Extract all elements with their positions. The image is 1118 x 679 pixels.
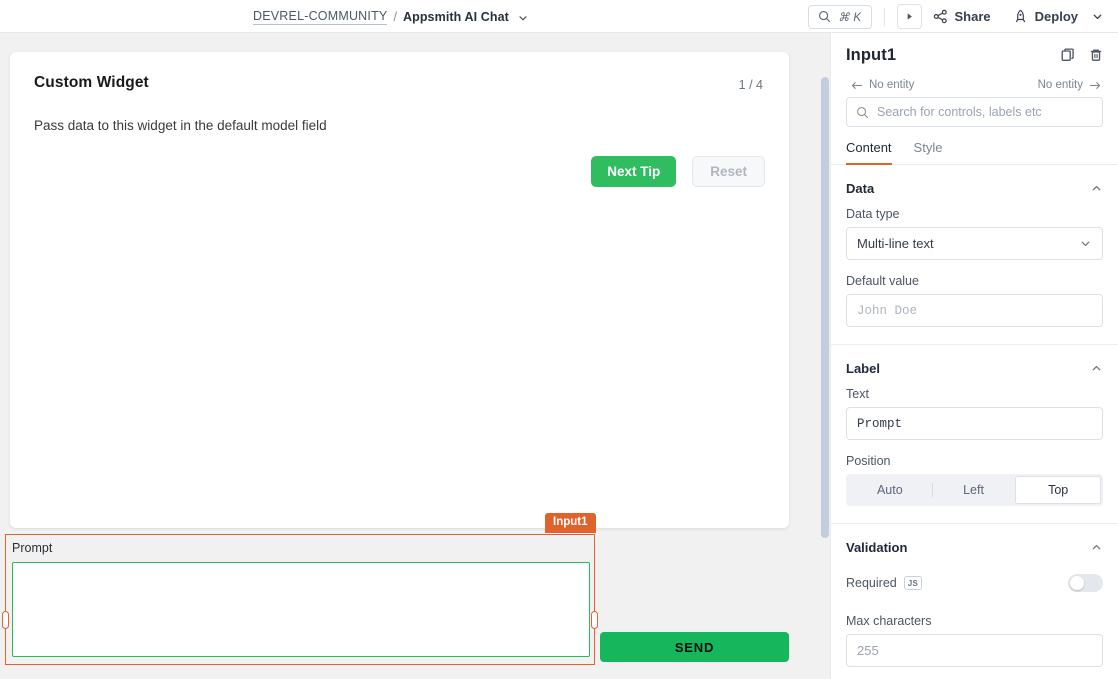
section-data: Data Data type Multi-line text Default v…: [831, 165, 1118, 345]
delete-widget-button[interactable]: [1088, 47, 1104, 63]
section-validation: Validation Required JS Max characters 25…: [831, 524, 1118, 679]
max-characters-label: Max characters: [846, 614, 1103, 628]
selected-input-widget[interactable]: Input1 Prompt: [5, 534, 595, 665]
custom-widget-card[interactable]: Custom Widget 1 / 4 Pass data to this wi…: [10, 52, 789, 528]
chevron-down-icon: [1091, 10, 1104, 23]
search-icon: [856, 106, 869, 119]
max-characters-placeholder: 255: [857, 643, 879, 658]
breadcrumb: DEVREL-COMMUNITY / Appsmith AI Chat: [253, 0, 529, 33]
property-search-box[interactable]: [846, 97, 1103, 127]
data-type-value: Multi-line text: [857, 236, 934, 251]
card-actions: Next Tip Reset: [591, 156, 765, 187]
deploy-options-button[interactable]: [1089, 0, 1110, 33]
label-text-value: Prompt: [857, 417, 902, 431]
widget-name-badge[interactable]: Input1: [545, 513, 596, 533]
input-widget-label: Prompt: [12, 541, 52, 555]
card-title: Custom Widget: [34, 74, 149, 92]
default-value-placeholder: John Doe: [857, 304, 917, 318]
next-entity-button[interactable]: No entity: [1038, 79, 1101, 91]
label-position-label: Position: [846, 454, 1103, 468]
app-canvas[interactable]: Custom Widget 1 / 4 Pass data to this wi…: [0, 33, 830, 679]
share-button[interactable]: Share: [922, 0, 1002, 33]
default-value-input[interactable]: John Doe: [846, 294, 1103, 327]
property-tabs: Content Style: [831, 140, 1118, 165]
input-widget-textarea[interactable]: [12, 562, 590, 657]
label-text-input[interactable]: Prompt: [846, 407, 1103, 440]
share-icon: [933, 9, 948, 24]
tab-content[interactable]: Content: [846, 140, 892, 164]
default-value-label: Default value: [846, 274, 1103, 288]
deploy-label: Deploy: [1035, 9, 1078, 24]
appsmith-editor: DEVREL-COMMUNITY / Appsmith AI Chat ⌘ K: [0, 0, 1118, 679]
data-type-label: Data type: [846, 207, 1103, 221]
position-option-left[interactable]: Left: [932, 476, 1016, 504]
entity-navigation: No entity No entity: [831, 77, 1118, 97]
breadcrumb-org-link[interactable]: DEVREL-COMMUNITY: [253, 9, 387, 25]
next-tip-button[interactable]: Next Tip: [591, 156, 676, 187]
section-label-header[interactable]: Label: [846, 345, 1103, 387]
section-data-title: Data: [846, 181, 874, 196]
deploy-button[interactable]: Deploy: [1002, 0, 1089, 33]
top-header-bar: DEVREL-COMMUNITY / Appsmith AI Chat ⌘ K: [0, 0, 1118, 33]
section-validation-header[interactable]: Validation: [846, 524, 1103, 566]
required-toggle[interactable]: [1068, 574, 1103, 592]
preview-play-button[interactable]: [897, 4, 922, 29]
required-label: Required: [846, 576, 897, 590]
chevron-down-icon: [1079, 237, 1092, 250]
chevron-up-icon[interactable]: [1090, 541, 1103, 554]
resize-handle-right[interactable]: [591, 611, 598, 629]
data-type-select[interactable]: Multi-line text: [846, 227, 1103, 260]
play-icon: [904, 11, 915, 22]
label-position-segmented: Auto Left Top: [846, 474, 1103, 506]
arrow-left-icon: [851, 80, 863, 91]
tab-style[interactable]: Style: [914, 140, 943, 164]
card-body-text: Pass data to this widget in the default …: [34, 118, 327, 133]
required-row: Required JS: [846, 566, 1103, 600]
rocket-icon: [1013, 9, 1028, 24]
js-toggle-badge[interactable]: JS: [904, 576, 922, 590]
required-label-group: Required JS: [846, 576, 922, 590]
breadcrumb-separator: /: [393, 10, 396, 24]
card-counter: 1 / 4: [739, 78, 763, 92]
resize-handle-left[interactable]: [2, 611, 9, 629]
position-option-auto[interactable]: Auto: [848, 476, 932, 504]
next-entity-label: No entity: [1038, 79, 1083, 91]
search-shortcut-label: ⌘ K: [838, 10, 862, 24]
chevron-up-icon[interactable]: [1090, 182, 1103, 195]
send-button[interactable]: SEND: [600, 632, 789, 662]
property-panel-header: Input1: [831, 33, 1118, 77]
search-icon: [818, 10, 831, 23]
label-text-label: Text: [846, 387, 1103, 401]
header-actions: ⌘ K Share: [808, 0, 1110, 33]
position-option-top[interactable]: Top: [1015, 476, 1101, 504]
copy-widget-button[interactable]: [1060, 47, 1076, 63]
chevron-down-icon[interactable]: [517, 12, 529, 24]
max-characters-input[interactable]: 255: [846, 634, 1103, 667]
share-label: Share: [955, 9, 991, 24]
previous-entity-label: No entity: [869, 79, 914, 91]
property-panel: Input1 No entit: [830, 33, 1118, 679]
previous-entity-button[interactable]: No entity: [851, 79, 914, 91]
section-label-title: Label: [846, 361, 880, 376]
reset-button[interactable]: Reset: [692, 156, 765, 187]
section-data-header[interactable]: Data: [846, 165, 1103, 207]
global-search-button[interactable]: ⌘ K: [808, 5, 872, 29]
arrow-right-icon: [1089, 80, 1101, 91]
chevron-up-icon[interactable]: [1090, 362, 1103, 375]
header-divider: [884, 8, 885, 26]
canvas-scrollbar[interactable]: [821, 77, 829, 538]
breadcrumb-page-name[interactable]: Appsmith AI Chat: [403, 10, 509, 24]
section-label: Label Text Prompt Position Auto Left Top: [831, 345, 1118, 524]
property-search-input[interactable]: [877, 105, 1093, 119]
panel-widget-title: Input1: [846, 46, 1048, 65]
section-validation-title: Validation: [846, 540, 907, 555]
